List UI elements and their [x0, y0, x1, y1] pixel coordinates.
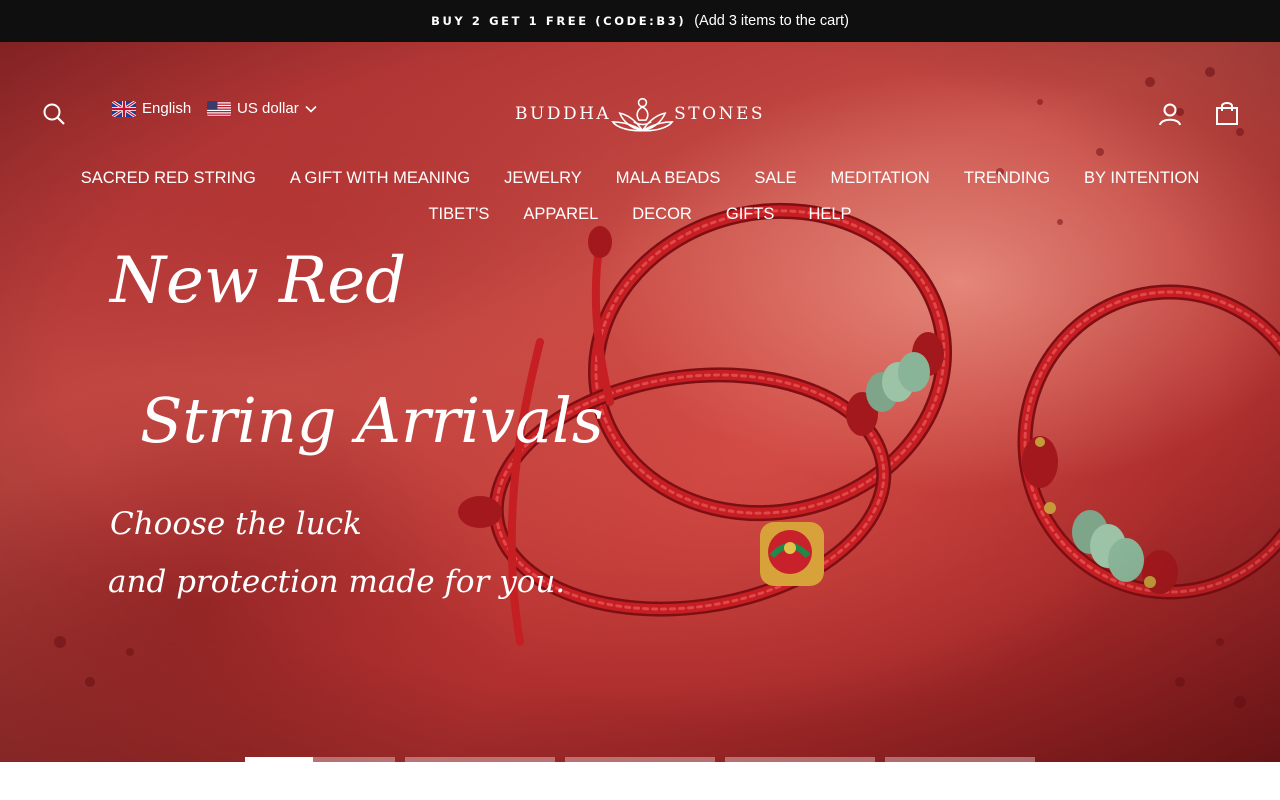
nav-item-gifts[interactable]: GIFTS [726, 205, 775, 224]
hero-subline-1: Choose the luck [110, 506, 362, 542]
nav-item-mala-beads[interactable]: MALA BEADS [616, 169, 721, 188]
currency-label: US dollar [237, 100, 299, 117]
promo-note-text[interactable]: (Add 3 items to the cart) [694, 13, 849, 29]
language-label: English [142, 100, 192, 117]
account-icon[interactable] [1156, 100, 1184, 128]
nav-item-meditation[interactable]: MEDITATION [831, 169, 930, 188]
slide-indicator-5[interactable] [885, 757, 1035, 762]
slide-indicator-1[interactable] [245, 757, 395, 762]
chevron-down-icon [305, 105, 317, 113]
site-header: English US dollar BUDDHA STONES SACRED R… [0, 42, 1280, 242]
nav-item-sacred-red-string[interactable]: SACRED RED STRING [81, 169, 256, 188]
site-logo[interactable]: BUDDHA STONES [515, 92, 765, 136]
currency-selector[interactable]: US dollar [207, 100, 317, 117]
hero-headline-line2: String Arrivals [140, 384, 604, 457]
nav-item-help[interactable]: HELP [808, 205, 851, 224]
search-icon[interactable] [40, 100, 68, 128]
language-selector[interactable]: English [112, 100, 191, 117]
us-flag-icon [207, 100, 231, 117]
nav-item-sale[interactable]: SALE [754, 169, 796, 188]
slide-indicator-4[interactable] [725, 757, 875, 762]
main-nav-row-2: TIBET'S APPAREL DECOR GIFTS HELP [0, 205, 1280, 224]
nav-item-jewelry[interactable]: JEWELRY [504, 169, 582, 188]
slide-progress-fill [245, 757, 313, 762]
main-nav-row-1: SACRED RED STRING A GIFT WITH MEANING JE… [0, 169, 1280, 188]
logo-word-right: STONES [674, 104, 765, 124]
cart-icon[interactable] [1212, 98, 1242, 128]
nav-item-decor[interactable]: DECOR [632, 205, 692, 224]
nav-item-apparel[interactable]: APPAREL [523, 205, 598, 224]
slideshow-indicators [245, 757, 1035, 762]
nav-item-trending[interactable]: TRENDING [964, 169, 1050, 188]
slide-indicator-3[interactable] [565, 757, 715, 762]
uk-flag-icon [112, 100, 136, 117]
nav-item-tibets[interactable]: TIBET'S [428, 205, 489, 224]
promo-code-text: BUY 2 GET 1 FREE (CODE:B3) [431, 14, 687, 28]
slide-indicator-2[interactable] [405, 757, 555, 762]
announcement-bar: BUY 2 GET 1 FREE (CODE:B3) (Add 3 items … [0, 0, 1280, 42]
logo-word-left: BUDDHA [515, 104, 612, 124]
nav-item-a-gift-with-meaning[interactable]: A GIFT WITH MEANING [290, 169, 470, 188]
nav-item-by-intention[interactable]: BY INTENTION [1084, 169, 1199, 188]
hero-subline-2: and protection made for you. [108, 564, 565, 600]
lotus-buddha-icon [611, 97, 674, 132]
hero-headline-line1: New Red [108, 244, 406, 318]
